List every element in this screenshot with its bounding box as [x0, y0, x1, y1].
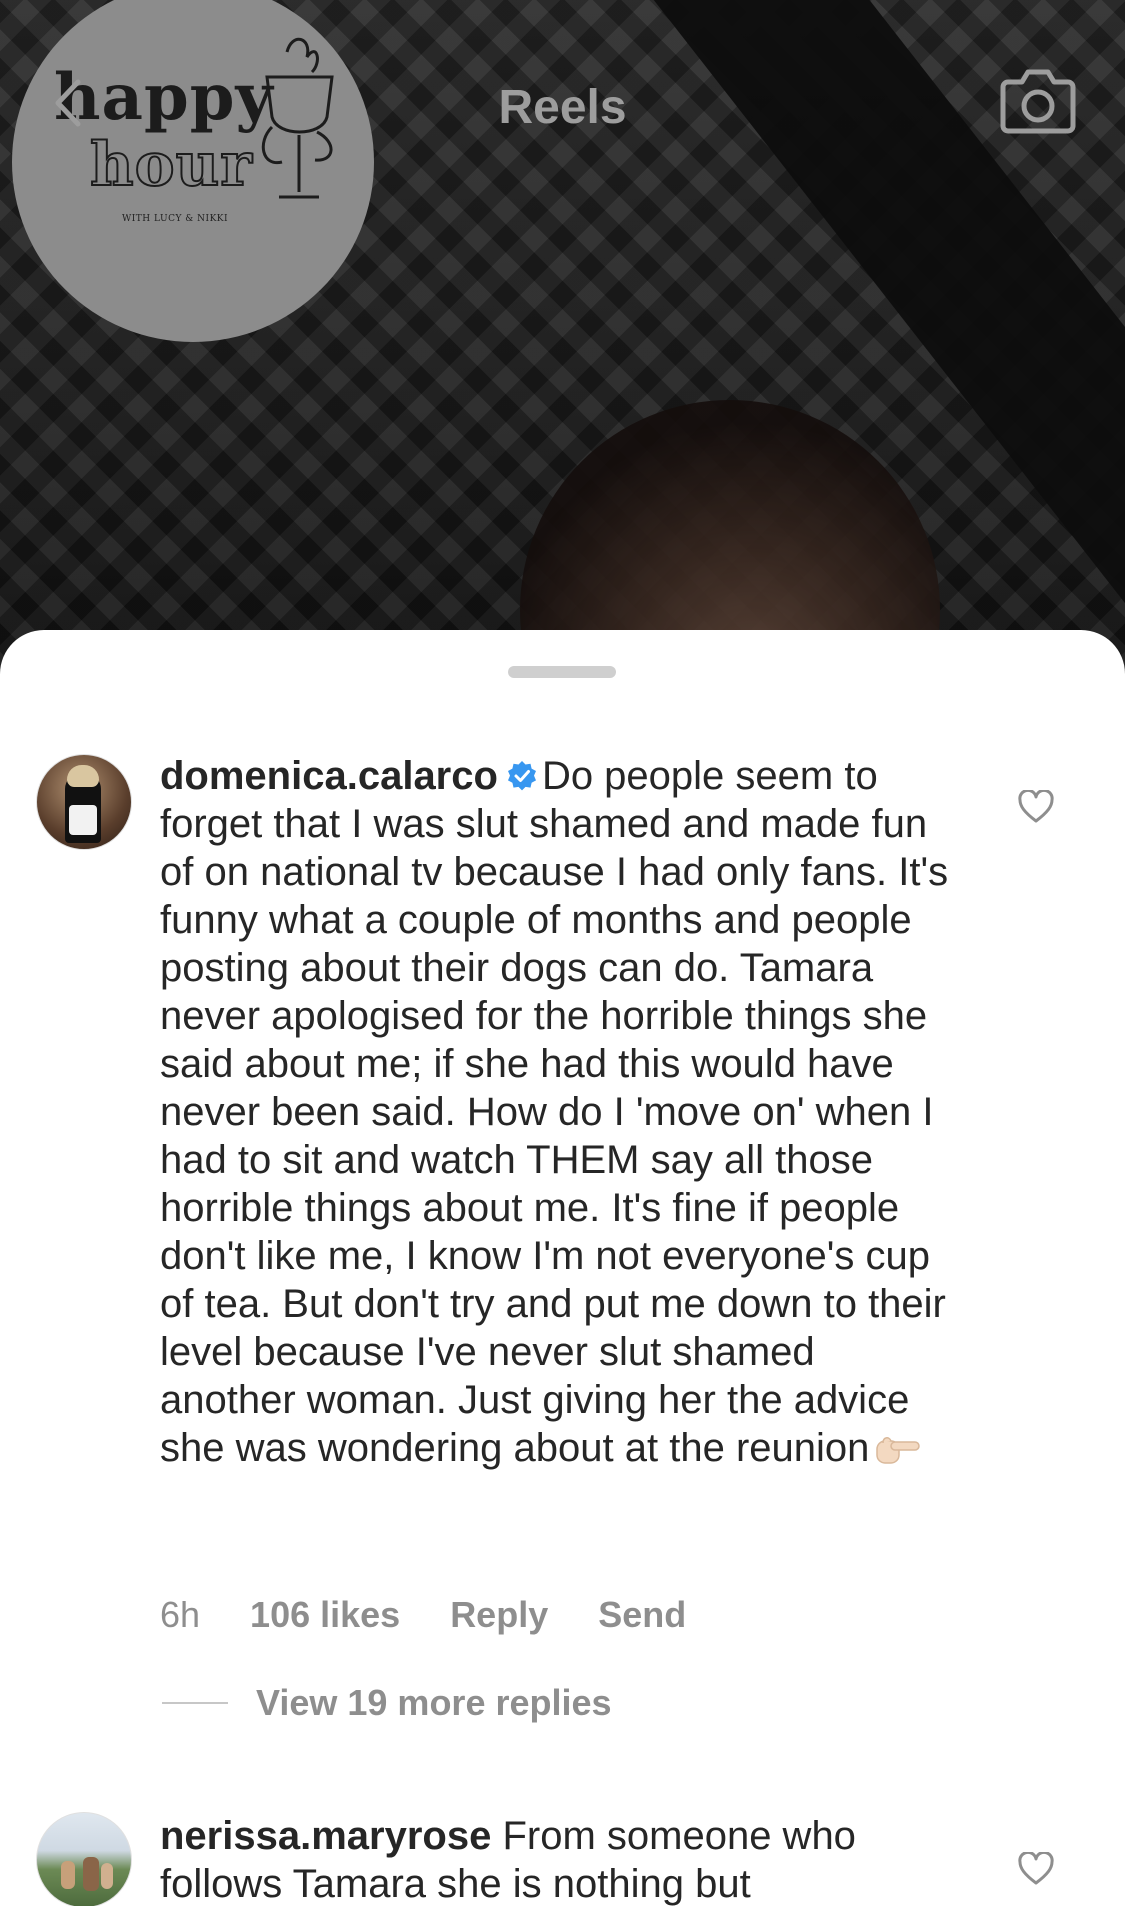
avatar[interactable]	[36, 754, 132, 850]
like-heart-icon[interactable]	[1018, 1852, 1054, 1886]
reply-button[interactable]: Reply	[450, 1594, 548, 1636]
comment-body: domenica.calarco Do people seem to forge…	[160, 752, 960, 1472]
avatar[interactable]	[36, 1812, 132, 1906]
camera-icon[interactable]	[1000, 66, 1076, 136]
comments-sheet: domenica.calarco Do people seem to forge…	[0, 630, 1125, 1906]
comment-time: 6h	[160, 1594, 201, 1635]
like-heart-icon[interactable]	[1018, 790, 1054, 824]
view-replies-button[interactable]: View 19 more replies	[162, 1682, 612, 1724]
comment-username[interactable]: nerissa.maryrose	[160, 1814, 491, 1858]
send-button[interactable]: Send	[598, 1594, 686, 1636]
replies-divider	[162, 1702, 228, 1704]
comment-body: nerissa.maryrose From someone who follow…	[160, 1812, 960, 1906]
sheet-drag-handle[interactable]	[508, 666, 616, 678]
verified-badge-icon	[507, 761, 536, 791]
comment-meta: 6h 106 likes Reply Send	[160, 1590, 736, 1640]
logo-line-2: hour	[89, 129, 253, 201]
page-title: Reels	[498, 81, 627, 134]
likes-count[interactable]: 106 likes	[250, 1594, 400, 1636]
comment-text: Do people seem to forget that I was slut…	[160, 754, 949, 1470]
comment-username[interactable]: domenica.calarco	[160, 754, 498, 798]
view-replies-label: View 19 more replies	[256, 1682, 612, 1723]
reel-video[interactable]: happy hour WITH LUCY & NIKKI Reels	[0, 0, 1125, 680]
logo-tagline: WITH LUCY & NIKKI	[122, 214, 229, 224]
pointing-right-emoji-icon	[876, 1437, 921, 1464]
